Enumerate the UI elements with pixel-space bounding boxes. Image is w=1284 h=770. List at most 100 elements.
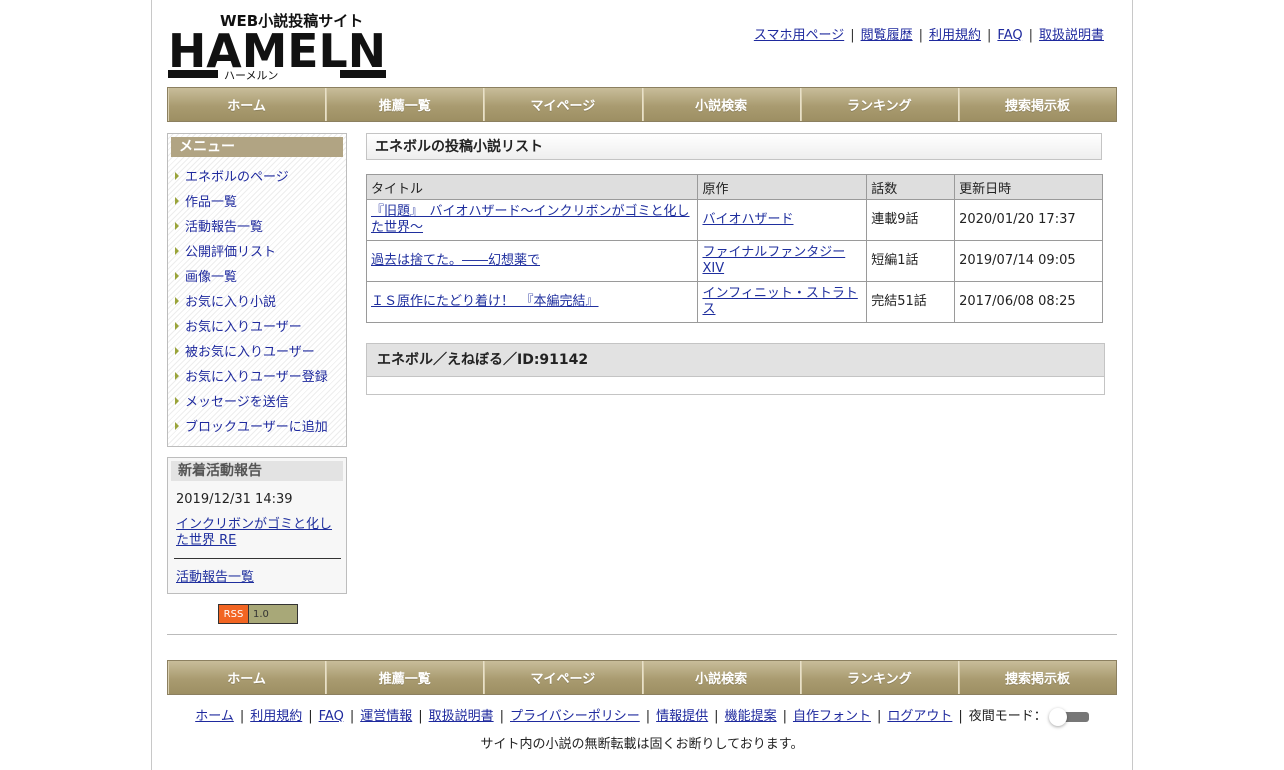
divider: [167, 634, 1117, 635]
top-link-history[interactable]: 閲覧履歴: [861, 28, 913, 43]
top-link-manual[interactable]: 取扱説明書: [1039, 28, 1104, 43]
footer-link-operation[interactable]: 運営情報: [360, 709, 412, 724]
activity-all-wrap: 活動報告一覧: [176, 566, 254, 585]
arrow-icon: [175, 171, 179, 180]
arrow-icon: [175, 371, 179, 380]
menu-link-images[interactable]: 画像一覧: [185, 266, 237, 285]
menu-link-send-message[interactable]: メッセージを送信: [185, 391, 289, 410]
menu-link-activity[interactable]: 活動報告一覧: [185, 216, 263, 235]
column-header-origin: 原作: [697, 174, 868, 200]
arrow-icon: [175, 246, 179, 255]
column-header-episodes: 話数: [866, 174, 956, 200]
menu-item: メッセージを送信: [172, 388, 346, 413]
activity-title: 新着活動報告: [171, 461, 343, 481]
arrow-icon: [175, 271, 179, 280]
divider: [174, 558, 341, 559]
arrow-icon: [175, 346, 179, 355]
menu-link-fav-users[interactable]: お気に入りユーザー: [185, 316, 302, 335]
arrow-icon: [175, 321, 179, 330]
novel-title-link[interactable]: ＩＳ原作にたどり着け！ 『本編完結』: [371, 294, 599, 309]
menu-item: 作品一覧: [172, 188, 346, 213]
origin-link[interactable]: ファイナルファンタジーXIV: [702, 245, 845, 276]
menu-item: お気に入りユーザー登録: [172, 363, 346, 388]
rss-label: RSS: [219, 605, 249, 623]
nav-search-board[interactable]: 捜索掲示板: [958, 88, 1117, 121]
night-mode-toggle[interactable]: [1048, 707, 1089, 726]
column-header-title: タイトル: [365, 174, 699, 200]
cell-episodes: 連載9話: [866, 199, 956, 241]
menu-link-add-fav-user[interactable]: お気に入りユーザー登録: [185, 366, 328, 385]
menu-title: メニュー: [171, 137, 343, 157]
footer-link-privacy[interactable]: プライバシーポリシー: [510, 709, 640, 724]
night-mode-label: 夜間モード：: [968, 709, 1047, 724]
footer-nav-search-board[interactable]: 捜索掲示板: [958, 661, 1117, 694]
cell-title: 『旧題』 バイオハザード～インクリボンがゴミと化した世界～: [365, 199, 699, 241]
footer-nav-novel-search[interactable]: 小説検索: [642, 661, 801, 694]
activity-link[interactable]: インクリボンがゴミと化した世界 RE: [176, 517, 332, 548]
cell-origin: ファイナルファンタジーXIV: [697, 240, 868, 282]
footer-link-terms[interactable]: 利用規約: [250, 709, 302, 724]
footer-link-faq[interactable]: FAQ: [319, 709, 344, 724]
top-link-terms[interactable]: 利用規約: [929, 28, 981, 43]
footer-link-home[interactable]: ホーム: [195, 709, 234, 724]
menu-item: ブロックユーザーに追加: [172, 413, 346, 438]
sidebar-menu: メニュー エネボルのページ 作品一覧 活動報告一覧 公開評価リスト 画像一覧 お…: [167, 133, 347, 447]
novel-title-link[interactable]: 過去は捨てた。――幻想薬で: [371, 253, 540, 268]
footer-nav: ホーム 推薦一覧 マイページ 小説検索 ランキング 捜索掲示板: [167, 660, 1117, 695]
footer-link-manual[interactable]: 取扱説明書: [429, 709, 494, 724]
footer-link-info[interactable]: 情報提供: [656, 709, 708, 724]
nav-home[interactable]: ホーム: [168, 88, 327, 121]
nav-ranking[interactable]: ランキング: [800, 88, 959, 121]
activity-all-link[interactable]: 活動報告一覧: [176, 570, 254, 585]
menu-item: 被お気に入りユーザー: [172, 338, 346, 363]
menu-item: 公開評価リスト: [172, 238, 346, 263]
footer-link-logout[interactable]: ログアウト: [887, 709, 952, 724]
copyright-notice: サイト内の小説の無断転載は固くお断りしております。: [480, 737, 804, 752]
cell-episodes: 短編1話: [866, 240, 956, 282]
footer-nav-recommend[interactable]: 推薦一覧: [326, 661, 485, 694]
footer-link-custom-font[interactable]: 自作フォント: [793, 709, 871, 724]
menu-link-ratings[interactable]: 公開評価リスト: [185, 241, 276, 260]
main-nav: ホーム 推薦一覧 マイページ 小説検索 ランキング 捜索掲示板: [167, 87, 1117, 122]
page-title: エネボルの投稿小説リスト: [366, 133, 1102, 160]
menu-item: 活動報告一覧: [172, 213, 346, 238]
menu-link-favorited-by[interactable]: 被お気に入りユーザー: [185, 341, 315, 360]
arrow-icon: [175, 196, 179, 205]
activity-report-box: 新着活動報告 2019/12/31 14:39 インクリボンがゴミと化した世界 …: [167, 457, 347, 594]
arrow-icon: [175, 421, 179, 430]
top-link-smartphone[interactable]: スマホ用ページ: [754, 28, 844, 43]
activity-link-wrap: インクリボンがゴミと化した世界 RE: [176, 517, 338, 549]
activity-date: 2019/12/31 14:39: [176, 492, 293, 507]
nav-novel-search[interactable]: 小説検索: [642, 88, 801, 121]
nav-recommend[interactable]: 推薦一覧: [326, 88, 485, 121]
author-line: エネボル／えねぼる／ID:91142: [367, 344, 1104, 377]
cell-title: ＩＳ原作にたどり着け！ 『本編完結』: [365, 281, 699, 323]
menu-link-fav-novels[interactable]: お気に入り小説: [185, 291, 276, 310]
rss-version: 1.0: [249, 605, 297, 623]
cell-origin: バイオハザード: [697, 199, 868, 241]
novel-table: タイトル 原作 話数 更新日時 『旧題』 バイオハザード～インクリボンがゴミと化…: [365, 174, 1103, 323]
author-info-box: エネボル／えねぼる／ID:91142: [366, 343, 1105, 395]
footer-nav-mypage[interactable]: マイページ: [484, 661, 643, 694]
page-container: WEB小説投稿サイト HAMELN ハーメルン スマホ用ページ | 閲覧履歴 | 利用規…: [151, 0, 1133, 770]
footer-link-feature-request[interactable]: 機能提案: [725, 709, 777, 724]
origin-link[interactable]: バイオハザード: [702, 212, 793, 227]
table-row: 『旧題』 バイオハザード～インクリボンがゴミと化した世界～ バイオハザード 連載…: [365, 199, 1103, 241]
hameln-logo[interactable]: WEB小説投稿サイト HAMELN ハーメルン: [168, 10, 388, 80]
footer-nav-ranking[interactable]: ランキング: [800, 661, 959, 694]
menu-item: エネボルのページ: [172, 163, 346, 188]
rss-badge[interactable]: RSS 1.0: [218, 604, 298, 624]
cell-title: 過去は捨てた。――幻想薬で: [365, 240, 699, 282]
footer-nav-home[interactable]: ホーム: [168, 661, 327, 694]
novel-title-link[interactable]: 『旧題』 バイオハザード～インクリボンがゴミと化した世界～: [371, 204, 690, 235]
menu-link-works[interactable]: 作品一覧: [185, 191, 237, 210]
arrow-icon: [175, 221, 179, 230]
arrow-icon: [175, 396, 179, 405]
top-link-faq[interactable]: FAQ: [997, 28, 1022, 43]
origin-link[interactable]: インフィニット・ストラトス: [702, 286, 857, 317]
nav-mypage[interactable]: マイページ: [484, 88, 643, 121]
menu-item: 画像一覧: [172, 263, 346, 288]
menu-link-user-page[interactable]: エネボルのページ: [185, 166, 289, 185]
cell-updated: 2019/07/14 09:05: [954, 240, 1103, 282]
menu-link-block-user[interactable]: ブロックユーザーに追加: [185, 416, 328, 435]
